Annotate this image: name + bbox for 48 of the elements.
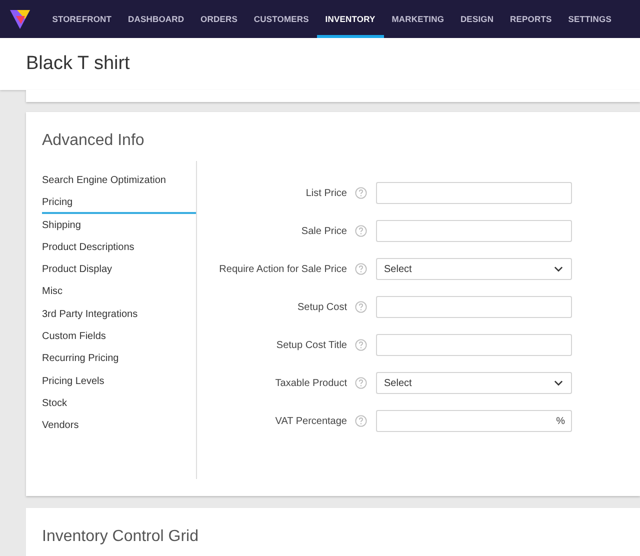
field-label: VAT Percentage <box>274 416 347 426</box>
sidebar-item[interactable]: Shipping <box>42 216 196 235</box>
sidebar-item[interactable]: 3rd Party Integrations <box>42 306 196 324</box>
help-icon[interactable] <box>355 225 367 237</box>
nav-tab[interactable]: REPORTS <box>502 0 560 38</box>
input-field[interactable] <box>376 220 572 242</box>
chevron-icon <box>554 266 563 272</box>
field-label: Require Action for Sale Price <box>218 264 347 274</box>
nav-tab[interactable]: ORDERS <box>192 0 246 38</box>
logo-icon[interactable] <box>8 7 32 31</box>
field-label: Setup Cost <box>296 302 347 312</box>
sidebar-item[interactable]: Vendors <box>42 417 196 436</box>
field-label: Taxable Product <box>274 378 347 388</box>
sidebar-item[interactable]: Product Display <box>42 261 196 280</box>
nav-tab[interactable]: STOREFRONT <box>44 0 120 38</box>
select-field[interactable]: Select <box>376 258 572 280</box>
field-label: List Price <box>304 188 347 198</box>
nav-tab[interactable]: CUSTOMERS <box>246 0 318 38</box>
section-title: Advanced Info <box>42 132 146 150</box>
sidebar-item[interactable]: Product Descriptions <box>42 238 196 257</box>
input-field[interactable] <box>376 334 572 356</box>
sidebar-item[interactable]: Custom Fields <box>42 328 196 346</box>
nav-tab[interactable]: DESIGN <box>452 0 502 38</box>
page-title: Black T shirt <box>26 53 130 75</box>
help-icon[interactable] <box>355 339 367 351</box>
field-label: Setup Cost Title <box>275 340 347 350</box>
input-field[interactable]: % <box>376 410 572 432</box>
section-title: Inventory Control Grid <box>42 528 200 546</box>
chevron-icon <box>554 380 563 386</box>
help-icon[interactable] <box>355 187 367 199</box>
sidebar-item[interactable]: Search Engine Optimization <box>42 172 196 190</box>
nav-tab[interactable]: DASHBOARD <box>120 0 192 38</box>
select-field[interactable]: Select <box>376 372 572 394</box>
nav-tab[interactable]: SETTINGS <box>560 0 620 38</box>
percent-suffix: % <box>556 416 565 426</box>
input-field[interactable] <box>376 296 572 318</box>
sidebar-item[interactable]: Pricing <box>42 194 196 214</box>
sidebar-item[interactable]: Recurring Pricing <box>42 350 196 368</box>
sidebar-item[interactable]: Stock <box>42 394 196 413</box>
help-icon[interactable] <box>355 415 367 427</box>
sidebar-item[interactable]: Pricing Levels <box>42 372 196 391</box>
help-icon[interactable] <box>355 377 367 389</box>
help-icon[interactable] <box>355 301 367 313</box>
help-icon[interactable] <box>355 263 367 275</box>
sidebar-item[interactable]: Misc <box>42 283 196 302</box>
input-field[interactable] <box>376 182 572 204</box>
field-label: Sale Price <box>300 226 347 236</box>
nav-tab[interactable]: MARKETING <box>384 0 452 38</box>
